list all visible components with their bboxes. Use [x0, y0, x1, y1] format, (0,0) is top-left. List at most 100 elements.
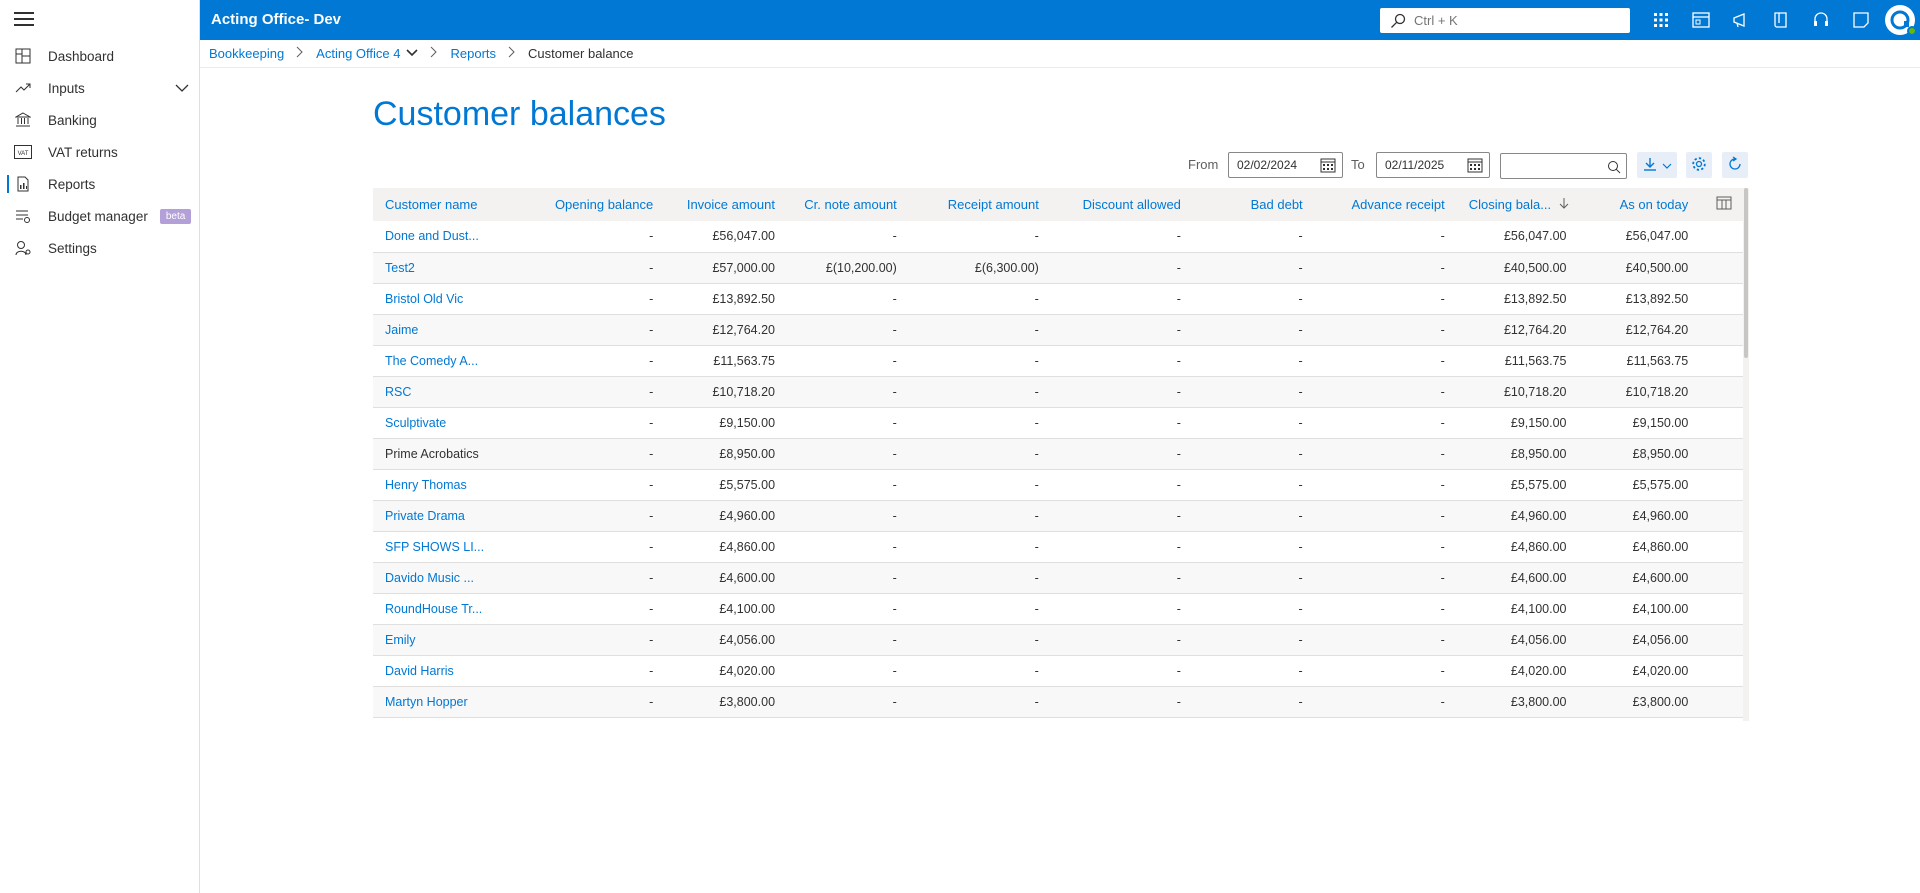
settings-button[interactable] — [1686, 152, 1712, 178]
cell-baddebt: - — [1298, 260, 1303, 275]
table-row[interactable]: RoundHouse Tr... - £4,100.00 - - - - - £4,100.00… — [373, 593, 1744, 624]
customer-name-link[interactable]: David Harris — [385, 664, 454, 678]
cell-crnote: - — [892, 570, 897, 585]
table-row[interactable]: Henry Thomas - £5,575.00 - - - - - £5,575.00 £5,5… — [373, 469, 1744, 500]
refresh-button[interactable] — [1722, 152, 1748, 178]
sidebar-item-budget-manager[interactable]: Budget manager beta — [0, 200, 200, 232]
column-header-customer-name[interactable]: Customer name — [373, 188, 519, 221]
cell-crnote: - — [892, 322, 897, 337]
customer-name-link[interactable]: RSC — [385, 385, 411, 399]
cell-opening: - — [649, 477, 654, 492]
cell-closing: £3,800.00 — [1510, 694, 1567, 709]
cell-baddebt: - — [1298, 508, 1303, 523]
table-row[interactable]: David Harris - £4,020.00 - - - - - £4,020.00 £4,0… — [373, 655, 1744, 686]
sidebar-item-inputs[interactable]: Inputs — [0, 72, 200, 104]
cell-receipt: - — [1034, 663, 1039, 678]
menu-toggle-icon[interactable] — [14, 12, 34, 28]
table-scrollbar[interactable] — [1743, 188, 1749, 721]
column-chooser-button[interactable] — [1700, 188, 1744, 221]
table-row[interactable]: SFP SHOWS LI... - £4,860.00 - - - - - £4,860.00 £… — [373, 531, 1744, 562]
customer-name-link[interactable]: Davido Music ... — [385, 571, 474, 585]
table-row[interactable]: Private Drama - £4,960.00 - - - - - £4,960.00 £4,… — [373, 500, 1744, 531]
customer-name-link[interactable]: Bristol Old Vic — [385, 292, 463, 306]
avatar[interactable] — [1885, 5, 1917, 36]
table-row[interactable]: The Comedy A... - £11,563.75 - - - - - £11,563.7… — [373, 345, 1744, 376]
cell-closing: £11,563.75 — [1504, 353, 1567, 368]
download-button[interactable] — [1637, 152, 1677, 178]
customer-name-link[interactable]: Henry Thomas — [385, 478, 467, 492]
search-input[interactable] — [1414, 11, 1614, 30]
customer-name-link[interactable]: The Comedy A... — [385, 354, 478, 368]
cell-discount: - — [1176, 446, 1181, 461]
notes-icon[interactable] — [1850, 9, 1872, 31]
cell-invoice: £8,950.00 — [719, 446, 776, 461]
cell-advance: - — [1440, 415, 1445, 430]
column-header-closing-balance[interactable]: Closing bala... — [1457, 188, 1579, 221]
table-row[interactable]: Test2 - £57,000.00 £(10,200.00) £(6,300.00) -… — [373, 252, 1744, 283]
customer-name-cell: Sculptivate — [373, 407, 519, 438]
column-header-as-on-today[interactable]: As on today — [1579, 188, 1701, 221]
calendar-icon[interactable] — [1320, 157, 1336, 176]
cell-spacer — [1700, 593, 1744, 624]
column-header-receipt-amount[interactable]: Receipt amount — [909, 188, 1051, 221]
sidebar-item-banking[interactable]: Banking — [0, 104, 200, 136]
table-search-field[interactable] — [1500, 153, 1627, 179]
chevron-down-icon[interactable] — [174, 80, 190, 99]
cell-invoice: £4,020.00 — [719, 663, 776, 678]
cell-today: £4,600.00 — [1632, 570, 1689, 585]
beta-badge: beta — [159, 208, 192, 224]
cell-crnote: - — [892, 229, 897, 244]
table-row[interactable]: Sculptivate - £9,150.00 - - - - - £9,150.00 £9,15… — [373, 407, 1744, 438]
to-date-field[interactable]: 02/11/2025 — [1376, 152, 1490, 178]
chevron-down-icon[interactable] — [406, 46, 419, 61]
table-row[interactable]: Emily - £4,056.00 - - - - - £4,056.00 £4,056.00 — [373, 624, 1744, 655]
cell-discount: - — [1176, 601, 1181, 616]
book-icon[interactable] — [1770, 9, 1792, 31]
table-row[interactable]: Done and Dust... - £56,047.00 - - - - - £56,047.… — [373, 221, 1744, 252]
table-row[interactable]: Bristol Old Vic - £13,892.50 - - - - - £13,892.5… — [373, 283, 1744, 314]
customer-name-link[interactable]: SFP SHOWS LI... — [385, 540, 484, 554]
customer-name-cell: RoundHouse Tr... — [373, 593, 519, 624]
sidebar-item-dashboard[interactable]: Dashboard — [0, 40, 200, 72]
cell-opening: - — [649, 229, 654, 244]
scrollbar-thumb[interactable] — [1744, 188, 1748, 358]
calendar-window-icon[interactable] — [1690, 9, 1712, 31]
column-header-advance-receipt[interactable]: Advance receipt — [1315, 188, 1457, 221]
customer-name-link[interactable]: RoundHouse Tr... — [385, 602, 482, 616]
breadcrumb-reports[interactable]: Reports — [450, 46, 496, 61]
global-search[interactable] — [1380, 8, 1630, 33]
breadcrumb-bookkeeping[interactable]: Bookkeeping — [209, 46, 284, 61]
sidebar-item-settings[interactable]: Settings — [0, 232, 200, 264]
customer-name-link[interactable]: Sculptivate — [385, 416, 446, 430]
customer-name-cell: David Harris — [373, 655, 519, 686]
sidebar-item-reports[interactable]: Reports — [0, 168, 200, 200]
table-row[interactable]: Martyn Hopper - £3,800.00 - - - - - £3,800.00 £3,… — [373, 686, 1744, 717]
column-header-opening-balance[interactable]: Opening balance — [519, 188, 665, 221]
column-header-invoice-amount[interactable]: Invoice amount — [665, 188, 787, 221]
customer-name-link[interactable]: Martyn Hopper — [385, 695, 468, 709]
megaphone-icon[interactable] — [1730, 9, 1752, 31]
customer-name-link[interactable]: Jaime — [385, 323, 418, 337]
table-row[interactable]: Jaime - £12,764.20 - - - - - £12,764.20 £12,764.2… — [373, 314, 1744, 345]
cell-today: £3,800.00 — [1632, 694, 1689, 709]
sidebar-item-vat-returns[interactable]: VAT VAT returns — [0, 136, 200, 168]
apps-grid-icon[interactable] — [1650, 9, 1672, 31]
cell-crnote: - — [892, 663, 897, 678]
customer-name-link[interactable]: Emily — [385, 633, 416, 647]
table-row[interactable]: Prime Acrobatics - £8,950.00 - - - - - £8,950.00… — [373, 438, 1744, 469]
calendar-icon[interactable] — [1467, 157, 1483, 176]
customer-name-link[interactable]: Private Drama — [385, 509, 465, 523]
breadcrumb-acting-office-4[interactable]: Acting Office 4 — [316, 46, 400, 61]
column-header-cr-note-amount[interactable]: Cr. note amount — [787, 188, 909, 221]
cell-receipt: - — [1034, 446, 1039, 461]
headset-icon[interactable] — [1810, 9, 1832, 31]
table-row[interactable]: RSC - £10,718.20 - - - - - £10,718.20 £10,718.20 — [373, 376, 1744, 407]
from-date-field[interactable]: 02/02/2024 — [1228, 152, 1343, 178]
column-header-discount-allowed[interactable]: Discount allowed — [1051, 188, 1193, 221]
column-header-bad-debt[interactable]: Bad debt — [1193, 188, 1315, 221]
customer-name-link[interactable]: Done and Dust... — [385, 229, 479, 243]
trend-icon — [14, 79, 32, 97]
cell-crnote: - — [892, 353, 897, 368]
customer-name-link[interactable]: Test2 — [385, 261, 415, 275]
table-row[interactable]: Davido Music ... - £4,600.00 - - - - - £4,600.00… — [373, 562, 1744, 593]
